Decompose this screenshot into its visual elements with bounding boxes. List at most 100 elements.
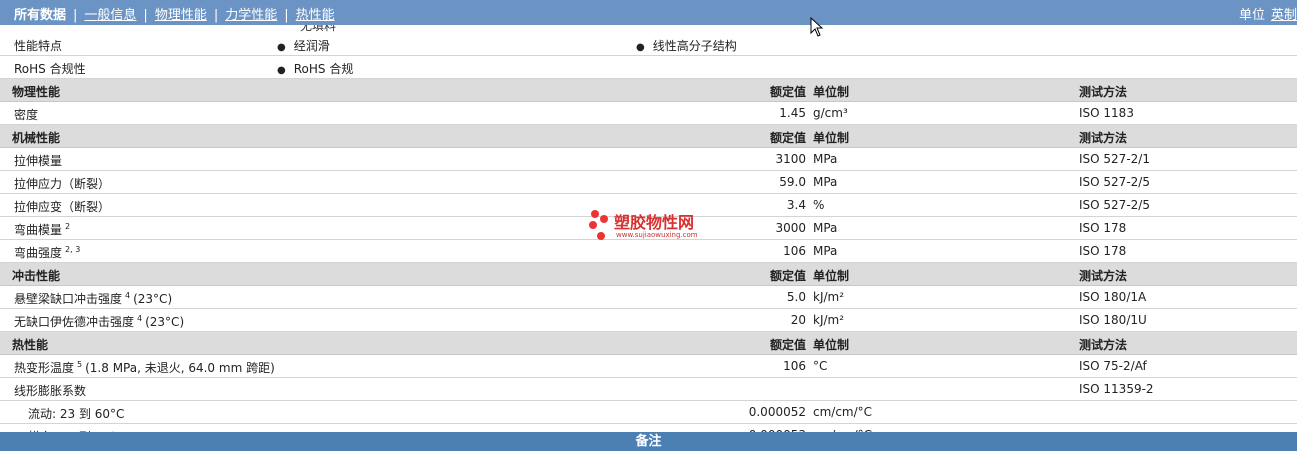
nominal-value: 59.0 <box>779 175 806 189</box>
nominal-value: 5.0 <box>786 290 806 304</box>
property-label-cell: 热变形温度 5 (1.8 MPa, 未退火, 64.0 mm 跨距) <box>14 359 275 376</box>
nominal-value: 106 <box>783 244 806 258</box>
unit-switcher: 单位 英制 <box>1239 4 1297 23</box>
watermark-url: www.sujiaowuxing.com <box>616 231 698 239</box>
unit-value: MPa <box>813 221 838 235</box>
unit-value: cm/cm/°C <box>813 405 873 419</box>
property-condition: (1.8 MPa, 未退火, 64.0 mm 跨距) <box>85 361 275 375</box>
feature-bullet: ● 线性高分子结构 <box>636 37 737 54</box>
section-title: 热性能 <box>12 338 49 352</box>
property-row: 无缺口伊佐德冲击强度 4 (23°C) 20 kJ/m² ISO 180/1U <box>0 309 1297 332</box>
section-title: 物理性能 <box>12 85 61 99</box>
nav-link-thermal[interactable]: 热性能 <box>296 8 335 23</box>
property-label-cell: 弯曲强度 2, 3 <box>14 244 80 261</box>
nav-link-mechanical[interactable]: 力学性能 <box>225 8 277 23</box>
nav-link-physical[interactable]: 物理性能 <box>155 8 207 23</box>
nominal-value: 3.4 <box>786 198 806 212</box>
property-label: 拉伸应力（断裂） <box>14 177 111 191</box>
property-row: 密度 1.45 g/cm³ ISO 1183 <box>0 102 1297 125</box>
section-title: 机械性能 <box>12 131 61 145</box>
property-row: 线形膨胀系数 ISO 11359-2 <box>0 378 1297 401</box>
property-label-cell: 拉伸应力（断裂） <box>14 175 110 192</box>
property-label: 悬壁梁缺口冲击强度 <box>14 292 123 306</box>
property-label: 线形膨胀系数 <box>14 384 87 398</box>
nominal-value: 1.45 <box>779 106 806 120</box>
property-label: 拉伸模量 <box>14 154 63 168</box>
method-header: 测试方法 <box>1079 131 1128 145</box>
footnote-ref[interactable]: 4 <box>137 314 142 323</box>
general-row: RoHS 合规性 ● RoHS 合规 <box>0 56 1297 79</box>
test-method: ISO 75-2/Af <box>1079 359 1147 373</box>
feature-text: RoHS 合规 <box>293 62 354 76</box>
nominal-value: 3000 <box>775 221 806 235</box>
partial-row-value: 无填料 <box>300 25 337 33</box>
unit-value: °C <box>813 359 828 373</box>
watermark-logo: 塑胶物性网 www.sujiaowuxing.com <box>586 208 716 244</box>
section-header: 机械性能 额定值 单位制 测试方法 <box>0 125 1297 148</box>
unit-value: MPa <box>813 175 838 189</box>
section-title: 冲击性能 <box>12 269 61 283</box>
nominal-header: 额定值 <box>769 269 806 283</box>
unit-value: kJ/m² <box>813 313 845 327</box>
property-label-cell: 线形膨胀系数 <box>14 382 86 399</box>
partial-row: 无填料 <box>0 25 1297 33</box>
unit-header: 单位制 <box>813 131 850 145</box>
unit-header: 单位制 <box>813 338 850 352</box>
nav-all-data[interactable]: 所有数据 <box>14 8 66 23</box>
property-label-cell: 拉伸应变（断裂） <box>14 198 110 215</box>
nav-link-general[interactable]: 一般信息 <box>84 8 136 23</box>
property-row: 流动: 23 到 60°C 0.000052 cm/cm/°C <box>0 401 1297 424</box>
general-row: 性能特点 ● 经润滑 ● 线性高分子结构 <box>0 33 1297 56</box>
test-method: ISO 1183 <box>1079 106 1134 120</box>
nominal-header: 额定值 <box>769 85 806 99</box>
property-label: 弯曲模量 <box>14 223 63 237</box>
watermark-dots-icon <box>589 210 608 240</box>
method-header: 测试方法 <box>1079 338 1128 352</box>
test-method: ISO 178 <box>1079 244 1127 258</box>
footnote-ref[interactable]: 2 <box>65 222 70 231</box>
notes-footer-bar[interactable]: 备注 <box>0 432 1297 451</box>
feature-text: 线性高分子结构 <box>652 39 737 53</box>
mouse-pointer-icon <box>810 17 824 37</box>
bullet-dot-icon: ● <box>277 42 286 53</box>
unit-header: 单位制 <box>813 269 850 283</box>
unit-value: g/cm³ <box>813 106 848 120</box>
property-label: 性能特点 <box>14 39 63 53</box>
test-method: ISO 527-2/5 <box>1079 198 1150 212</box>
property-label-cell: 流动: 23 到 60°C <box>28 405 124 422</box>
feature-text: 经润滑 <box>293 39 330 53</box>
property-row: 热变形温度 5 (1.8 MPa, 未退火, 64.0 mm 跨距) 106 °C ISO… <box>0 355 1297 378</box>
bullet-dot-icon: ● <box>277 65 286 76</box>
section-header: 热性能 额定值 单位制 测试方法 <box>0 332 1297 355</box>
section-header: 物理性能 额定值 单位制 测试方法 <box>0 79 1297 102</box>
footnote-ref[interactable]: 4 <box>125 291 130 300</box>
unit-value: kJ/m² <box>813 290 845 304</box>
nominal-value: 20 <box>790 313 806 327</box>
property-label-cell: 悬壁梁缺口冲击强度 4 (23°C) <box>14 290 172 307</box>
property-label: 密度 <box>14 108 39 122</box>
property-label: 流动: 23 到 60°C <box>28 407 125 421</box>
units-link-imperial[interactable]: 英制 <box>1271 8 1297 23</box>
units-label: 单位 <box>1238 8 1265 23</box>
feature-bullet: ● RoHS 合规 <box>277 60 353 77</box>
property-label: 拉伸应变（断裂） <box>14 200 111 214</box>
nominal-header: 额定值 <box>769 131 806 145</box>
nominal-value: 3100 <box>775 152 806 166</box>
property-row: 拉伸模量 3100 MPa ISO 527-2/1 <box>0 148 1297 171</box>
footnote-ref[interactable]: 5 <box>77 360 82 369</box>
method-header: 测试方法 <box>1079 269 1128 283</box>
unit-value: MPa <box>813 244 838 258</box>
watermark-title: 塑胶物性网 <box>614 213 695 232</box>
property-label: 热变形温度 <box>14 361 75 375</box>
footnote-ref[interactable]: 2, 3 <box>65 245 80 254</box>
feature-bullet: ● 经润滑 <box>277 37 330 54</box>
property-label-cell: 拉伸模量 <box>14 152 62 169</box>
property-row: 拉伸应力（断裂） 59.0 MPa ISO 527-2/5 <box>0 171 1297 194</box>
test-method: ISO 11359-2 <box>1079 382 1154 396</box>
unit-header: 单位制 <box>813 85 850 99</box>
property-label: 弯曲强度 <box>14 246 63 260</box>
nominal-value: 0.000052 <box>748 405 806 419</box>
property-label: RoHS 合规性 <box>14 62 86 76</box>
method-header: 测试方法 <box>1079 85 1128 99</box>
unit-value: % <box>813 198 825 212</box>
